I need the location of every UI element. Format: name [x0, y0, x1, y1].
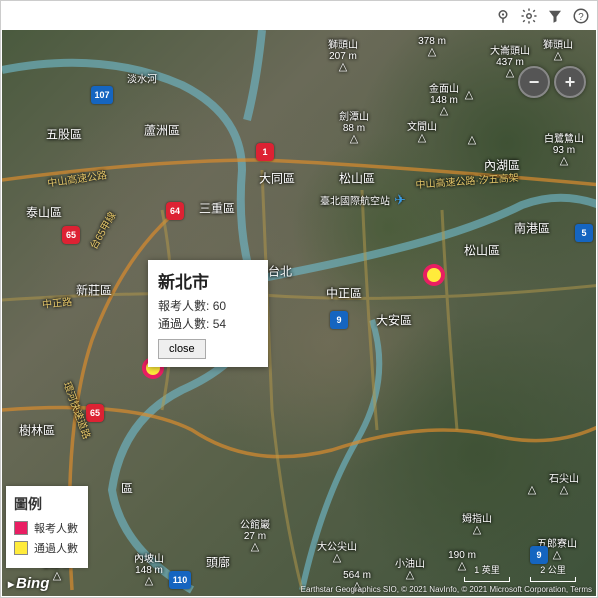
- help-button[interactable]: ?: [568, 3, 594, 29]
- scale-km: 2 公里: [530, 563, 576, 582]
- scale-miles: 1 英里: [464, 563, 510, 582]
- filter-button[interactable]: [542, 3, 568, 29]
- road-overlay: [2, 30, 596, 596]
- bing-logo: Bing: [8, 575, 49, 592]
- zoom-in-button[interactable]: +: [554, 66, 586, 98]
- zoom-out-button[interactable]: −: [518, 66, 550, 98]
- route-shield: 65: [62, 226, 80, 244]
- legend-swatch-applicants: [14, 521, 28, 535]
- map-attribution[interactable]: Earthstar Geographics SIO, © 2021 NavInf…: [301, 585, 592, 594]
- toolbar: ?: [488, 2, 596, 30]
- route-shield: 9: [530, 546, 548, 564]
- funnel-icon: [546, 7, 564, 25]
- zoom-controls: − +: [518, 66, 586, 98]
- airport-icon: ✈: [394, 192, 406, 209]
- svg-text:?: ?: [578, 12, 584, 23]
- popup-row-passed: 通過人數: 54: [158, 315, 258, 333]
- popup-row-applicants: 報考人數: 60: [158, 297, 258, 315]
- settings-button[interactable]: [516, 3, 542, 29]
- legend-item-applicants: 報考人數: [14, 520, 78, 536]
- info-popup: 新北市 報考人數: 60 通過人數: 54 close: [148, 260, 268, 367]
- map-canvas[interactable]: 五股區蘆洲區大同區松山區內湖區南港區泰山區三重區松山區台北新莊區中正區大安區華區…: [2, 30, 596, 596]
- route-shield: 5: [575, 224, 593, 242]
- legend-panel: 圖例 報考人數 通過人數: [6, 486, 88, 568]
- route-shield: 1: [256, 143, 274, 161]
- legend-title: 圖例: [14, 494, 78, 514]
- legend-item-passed: 通過人數: [14, 540, 78, 556]
- app-frame: ? 五股區蘆洲區大同區松山區內湖區南港區泰山區三重區松山區台北新莊區中正區大安區…: [0, 0, 598, 598]
- route-shield: 64: [166, 202, 184, 220]
- focus-mode-button[interactable]: [490, 3, 516, 29]
- route-shield: 110: [169, 571, 191, 589]
- gear-icon: [520, 7, 538, 25]
- route-shield: 107: [91, 86, 113, 104]
- location-pin-icon: [494, 7, 512, 25]
- data-marker[interactable]: [423, 264, 445, 286]
- route-shield: 9: [330, 311, 348, 329]
- scale-bars: 1 英里 2 公里: [464, 563, 576, 582]
- popup-title: 新北市: [158, 268, 258, 293]
- help-icon: ?: [572, 7, 590, 25]
- legend-swatch-passed: [14, 541, 28, 555]
- route-shield: 65: [86, 404, 104, 422]
- popup-close-button[interactable]: close: [158, 339, 206, 359]
